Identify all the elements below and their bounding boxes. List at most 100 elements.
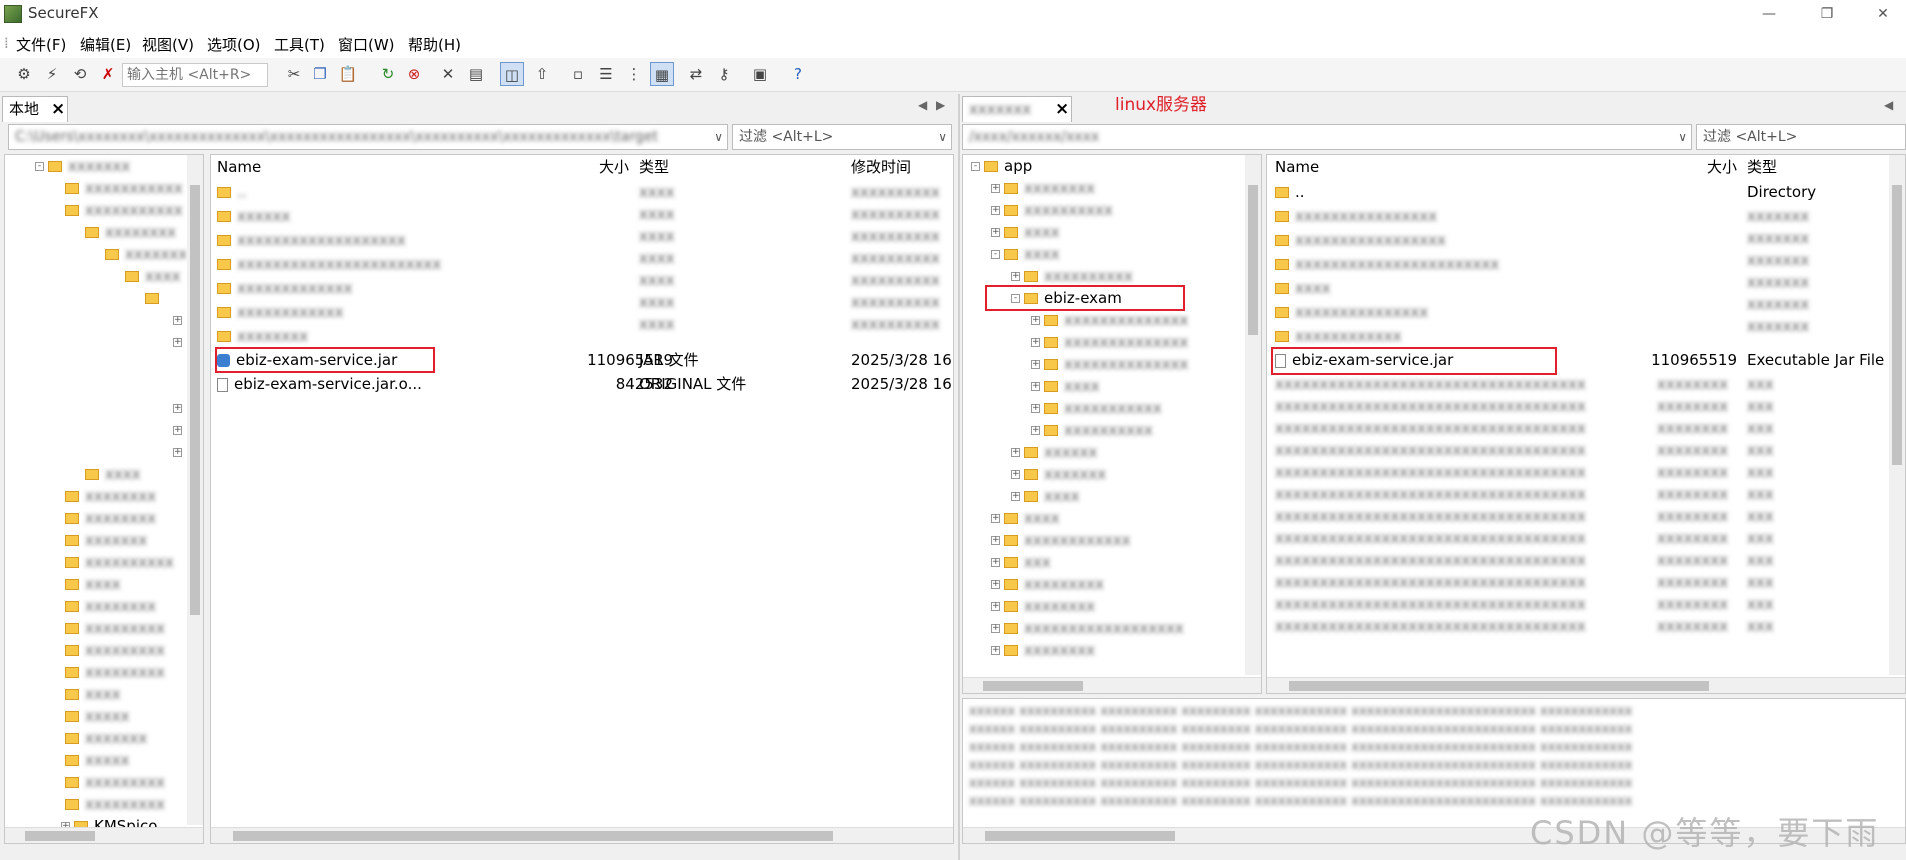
tree-item[interactable]: xxxx bbox=[125, 265, 181, 287]
host-input[interactable] bbox=[122, 63, 268, 87]
remote-folder-tree[interactable]: - app + xxxxxxxx + xxxxxxxxxx + xxxx - xxxx +… bbox=[962, 154, 1262, 694]
list-item[interactable]: xxxxxxxxxxxxxxxxxxxxxxx bbox=[217, 253, 441, 275]
tab-scroll-left-icon[interactable]: ◀ bbox=[1884, 98, 1893, 112]
stop-icon[interactable]: ⊗ bbox=[402, 62, 426, 86]
col-header-size[interactable]: 大小 bbox=[599, 155, 629, 179]
tree-expander[interactable]: + bbox=[173, 419, 186, 441]
remote-path-field[interactable]: /xxxx/xxxxxx/xxxx ∨ bbox=[962, 124, 1692, 150]
tree-item[interactable]: xxxxxxxx bbox=[65, 595, 156, 617]
tree-view-icon[interactable]: ⋮ bbox=[622, 62, 646, 86]
list-item[interactable]: xxxxxx bbox=[217, 205, 290, 227]
list-item[interactable]: xxxx bbox=[1275, 277, 1331, 299]
tree-scrollbar-v[interactable] bbox=[1245, 155, 1261, 675]
delete-icon[interactable]: ✕ bbox=[436, 62, 460, 86]
copy-icon[interactable]: ❐ bbox=[308, 62, 332, 86]
tree-expander[interactable]: + bbox=[173, 441, 186, 463]
list-item[interactable]: xxxxxxxxxxxxxxx bbox=[1275, 301, 1428, 323]
tree-item[interactable]: + xxx bbox=[991, 551, 1051, 573]
tree-item[interactable]: + xxxxxxxxxxxxxx bbox=[1031, 331, 1188, 353]
sync-icon[interactable]: ⇄ bbox=[684, 62, 708, 86]
cut-icon[interactable]: ✂ bbox=[282, 62, 306, 86]
scrollbar-thumb[interactable] bbox=[1289, 681, 1709, 691]
list-item[interactable]: xxxxxxxxxxxxxxxxxxxxxxx bbox=[1275, 253, 1499, 275]
tree-item[interactable]: xxxxxxx bbox=[65, 529, 147, 551]
tree-item[interactable]: xxxxxxxx bbox=[65, 485, 156, 507]
tree-item[interactable]: - xxxx bbox=[991, 243, 1060, 265]
tree-item[interactable]: xxxxxxxxx bbox=[65, 617, 165, 639]
tab-scroll-left-icon[interactable]: ◀ bbox=[918, 98, 927, 112]
menu-tools[interactable]: 工具(T) bbox=[274, 34, 325, 55]
details-view-icon[interactable]: ▦ bbox=[650, 62, 674, 86]
local-folder-tree[interactable]: - xxxxxxx xxxxxxxxxxx xxxxxxxxxxx xxxxxxx… bbox=[4, 154, 204, 844]
tree-item[interactable]: xxxx bbox=[65, 683, 121, 705]
list-item[interactable]: xxxxxxxxxxxxxxxx bbox=[1275, 205, 1437, 227]
list-scrollbar-h[interactable] bbox=[1267, 677, 1905, 693]
minimize-icon[interactable]: — bbox=[1746, 0, 1792, 28]
col-header-name[interactable]: Name bbox=[217, 155, 261, 179]
tree-item[interactable]: xxxxxxxxx bbox=[65, 661, 165, 683]
chevron-down-icon[interactable]: ∨ bbox=[938, 125, 947, 149]
small-icons-icon[interactable]: ▫ bbox=[566, 62, 590, 86]
tree-item[interactable] bbox=[145, 287, 165, 309]
tab-close-icon[interactable]: × bbox=[51, 97, 65, 121]
tree-item[interactable]: - xxxxxxx bbox=[35, 155, 130, 177]
tree-item[interactable]: + xxxxxxxxxxxxxxxxxx bbox=[991, 617, 1184, 639]
col-header-name[interactable]: Name bbox=[1275, 155, 1319, 179]
menu-edit[interactable]: 编辑(E) bbox=[80, 34, 131, 55]
tree-item[interactable]: + xxxxxxxxxx bbox=[1031, 419, 1153, 441]
tree-scrollbar-v[interactable] bbox=[187, 155, 203, 825]
file-row-original[interactable]: ebiz-exam-service.jar.o... 842532 ORIGIN… bbox=[217, 373, 953, 395]
tree-item[interactable]: + xxxx bbox=[1011, 485, 1080, 507]
tab-local[interactable]: 本地 × bbox=[2, 96, 68, 122]
col-header-type[interactable]: 类型 bbox=[639, 155, 669, 179]
disconnect-icon[interactable]: ✗ bbox=[96, 62, 120, 86]
tree-expander[interactable]: + bbox=[173, 331, 186, 353]
tree-item[interactable]: xxxxx bbox=[65, 749, 129, 771]
close-window-icon[interactable]: ✕ bbox=[1860, 0, 1906, 28]
tree-scrollbar-h[interactable] bbox=[5, 827, 203, 843]
tab-remote[interactable]: xxxxxxx × bbox=[962, 96, 1072, 122]
tree-item[interactable]: + xxxxxxxx bbox=[991, 639, 1095, 661]
list-item[interactable]: xxxxxxxxxxxxx bbox=[217, 277, 352, 299]
tree-item[interactable]: xxxxxxxxxx bbox=[65, 551, 174, 573]
tree-item[interactable]: xxxxxxxxxxx bbox=[65, 199, 183, 221]
local-path-field[interactable]: C:\Users\xxxxxxxx\xxxxxxxxxxxxxx\xxxxxxx… bbox=[8, 124, 728, 150]
reconnect-icon[interactable]: ⟲ bbox=[68, 62, 92, 86]
local-file-list[interactable]: Name 大小 类型 修改时间 .. xxxxxx xxxxxxxxxxxxxx… bbox=[210, 154, 954, 844]
tree-item[interactable]: xxxxxxx bbox=[105, 243, 187, 265]
panel-splitter[interactable] bbox=[958, 94, 960, 860]
key-icon[interactable]: ⚷ bbox=[712, 62, 736, 86]
tree-item[interactable]: + xxxxxxxx bbox=[991, 177, 1095, 199]
menu-help[interactable]: 帮助(H) bbox=[408, 34, 461, 55]
session-manager-icon[interactable]: ▣ bbox=[748, 62, 772, 86]
help-icon[interactable]: ? bbox=[786, 62, 810, 86]
tree-item[interactable]: + xxxx bbox=[991, 221, 1060, 243]
refresh-icon[interactable]: ↻ bbox=[376, 62, 400, 86]
list-item[interactable]: xxxxxxxx bbox=[217, 325, 308, 347]
list-item-parent[interactable]: .. Directory bbox=[1275, 181, 1895, 203]
col-header-modified[interactable]: 修改时间 bbox=[851, 155, 911, 179]
chevron-down-icon[interactable]: ∨ bbox=[1678, 125, 1687, 149]
tree-item[interactable]: + xxxxxxxxxxxxxx bbox=[1031, 309, 1188, 331]
tree-item[interactable]: xxxxxxx bbox=[65, 727, 147, 749]
menu-window[interactable]: 窗口(W) bbox=[338, 34, 395, 55]
col-header-type[interactable]: 类型 bbox=[1747, 155, 1777, 179]
list-item[interactable]: xxxxxxxxxxxxxxxxxxx bbox=[217, 229, 406, 251]
col-header-size[interactable]: 大小 bbox=[1707, 155, 1737, 179]
list-item[interactable]: xxxxxxxxxxxx bbox=[1275, 325, 1402, 347]
tab-scroll-right-icon[interactable]: ▶ bbox=[936, 98, 945, 112]
scrollbar-thumb[interactable] bbox=[983, 681, 1083, 691]
tree-item-app[interactable]: - app bbox=[971, 155, 1032, 177]
list-item[interactable]: xxxxxxxxxxxxxxxxx bbox=[1275, 229, 1446, 251]
tree-item[interactable]: xxxxxxxxx bbox=[65, 639, 165, 661]
tree-item[interactable]: + xxxxxxx bbox=[1011, 463, 1106, 485]
list-view-icon[interactable]: ☰ bbox=[594, 62, 618, 86]
scrollbar-thumb[interactable] bbox=[190, 185, 200, 615]
remote-filter-field[interactable]: 过滤 <Alt+L> bbox=[1696, 124, 1906, 150]
tree-item[interactable]: xxxxx bbox=[65, 705, 129, 727]
quick-connect-icon[interactable]: ⚡ bbox=[40, 62, 64, 86]
tree-item[interactable]: xxxxxxxxx bbox=[65, 793, 165, 815]
tree-item[interactable]: xxxx bbox=[85, 463, 141, 485]
scrollbar-thumb[interactable] bbox=[25, 831, 95, 841]
up-folder-icon[interactable]: ⇧ bbox=[530, 62, 554, 86]
